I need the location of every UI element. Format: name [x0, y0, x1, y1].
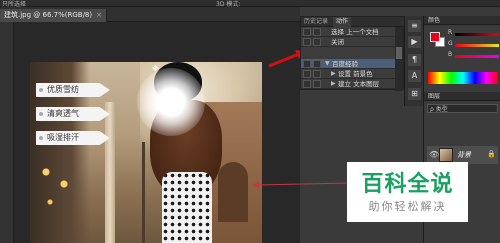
watermark-subtitle: 助你轻松解决 [368, 200, 447, 213]
action-label: 选择 上一个文档 [331, 28, 379, 36]
tool-preset-icon[interactable]: ⊞ [408, 88, 421, 100]
checkbox-icon[interactable] [303, 80, 311, 88]
pointer-arrow-icon [252, 182, 349, 188]
slider-g[interactable]: G [448, 40, 500, 49]
photo-model-dress [162, 172, 212, 243]
tag-dot-icon [39, 136, 43, 140]
collapse-triangle-icon[interactable]: ▶ [331, 79, 336, 89]
tab-history[interactable]: 历史记录 [301, 17, 331, 27]
slider-b-label: B [448, 51, 453, 58]
slider-r-track[interactable] [455, 33, 499, 36]
image-tag: 清爽透气 [36, 107, 110, 121]
watermark-title: 百科全说 [361, 172, 454, 197]
slider-b[interactable]: B [448, 51, 500, 60]
image-tag-label: 优质雪纺 [47, 85, 79, 94]
action-row[interactable]: ▶ 设置 前景色 [301, 69, 397, 79]
scrollbar-thumb[interactable] [396, 47, 402, 59]
slider-b-track[interactable] [455, 55, 499, 58]
tab-color[interactable]: 颜色 [428, 16, 440, 25]
actions-panel-tabs: 历史记录 动作 [301, 17, 405, 27]
foreground-color-swatch[interactable] [430, 32, 440, 42]
eye-icon[interactable]: 👁 [429, 150, 439, 159]
lens-flare [137, 68, 205, 136]
move-cursor-icon: ✥ [152, 64, 159, 73]
slider-g-track[interactable] [455, 44, 499, 47]
document-tab[interactable]: 建筑.jpg @ 66.7%(RGB/8) × [0, 9, 107, 22]
action-label: 设置 前景色 [338, 70, 373, 78]
paragraph-icon[interactable]: ¶ [408, 54, 421, 66]
action-row[interactable]: ▶ 建立 文本图层 [301, 79, 397, 89]
photo-lights [36, 162, 76, 212]
layer-filter-select[interactable]: ρ 类型 [427, 104, 498, 113]
checkbox-icon[interactable] [303, 28, 311, 36]
slider-r[interactable]: R [448, 29, 500, 38]
tools-panel[interactable] [0, 22, 14, 243]
character-icon[interactable]: A [408, 70, 421, 82]
photo-arch [218, 162, 248, 222]
action-label: 建立 文本图层 [338, 80, 380, 88]
dialog-toggle-icon[interactable] [313, 70, 321, 78]
tag-dot-icon [39, 88, 43, 92]
actions-panel[interactable]: 历史记录 动作 选择 上一个文档 关闭 ▼ 百度经验 ▶ 设置 前景色 ▶ 建立… [300, 16, 405, 91]
color-spectrum[interactable] [428, 72, 498, 84]
image-tag: 优质雪纺 [36, 83, 110, 97]
dialog-toggle-icon[interactable] [313, 28, 321, 36]
document-canvas-image[interactable]: 优质雪纺 清爽透气 吸湿排汗 [30, 62, 262, 243]
action-row[interactable]: 选择 上一个文档 [301, 27, 397, 37]
close-icon[interactable]: × [96, 11, 102, 19]
layer-thumbnail [439, 148, 453, 162]
slider-g-label: G [448, 40, 453, 47]
tag-dot-icon [39, 112, 43, 116]
action-label: 关闭 [331, 38, 344, 46]
checkbox-icon[interactable] [303, 60, 311, 68]
collapse-triangle-icon[interactable]: ▶ [331, 69, 336, 79]
checkbox-icon[interactable] [303, 38, 311, 46]
tab-actions[interactable]: 动作 [333, 17, 352, 27]
checkbox-icon[interactable] [303, 70, 311, 78]
watermark-logo: 百科全说 助你轻松解决 [347, 162, 468, 222]
image-tag-label: 吸湿排汗 [47, 133, 79, 142]
dialog-toggle-icon[interactable] [313, 60, 321, 68]
image-tag: 吸湿排汗 [36, 131, 110, 145]
play-action-icon[interactable]: ▶ [408, 36, 421, 48]
expand-triangle-icon[interactable]: ▼ [325, 59, 330, 69]
layers-panel-header: 图层 [424, 92, 500, 101]
action-set-row[interactable]: ▼ 百度经验 [301, 59, 397, 69]
action-set-label: 百度经验 [332, 60, 358, 68]
document-tabbar: 建筑.jpg @ 66.7%(RGB/8) × [0, 7, 300, 22]
image-tag-label: 清爽透气 [47, 109, 79, 118]
dialog-toggle-icon[interactable] [313, 38, 321, 46]
tab-layers[interactable]: 图层 [428, 92, 440, 101]
document-tab-label: 建筑.jpg @ 66.7%(RGB/8) [4, 11, 93, 19]
panel-dock: ≡ ▶ ¶ A ⊞ [404, 16, 423, 106]
lock-icon: 🔒 [487, 150, 496, 158]
slider-r-label: R [448, 29, 453, 36]
color-panel-header: 颜色 [424, 16, 500, 25]
layer-name: 背景 [457, 151, 471, 159]
layer-filter-label: ρ 类型 [430, 106, 448, 113]
photo-lamp-post [142, 142, 145, 243]
action-row[interactable]: 关闭 [301, 37, 397, 47]
dialog-toggle-icon[interactable] [313, 80, 321, 88]
history-panel-icon[interactable]: ≡ [408, 20, 421, 32]
options-bar: 只所选择 3D 模式: [0, 0, 500, 8]
photo-column [105, 102, 115, 243]
actions-scrollbar[interactable] [395, 27, 403, 91]
